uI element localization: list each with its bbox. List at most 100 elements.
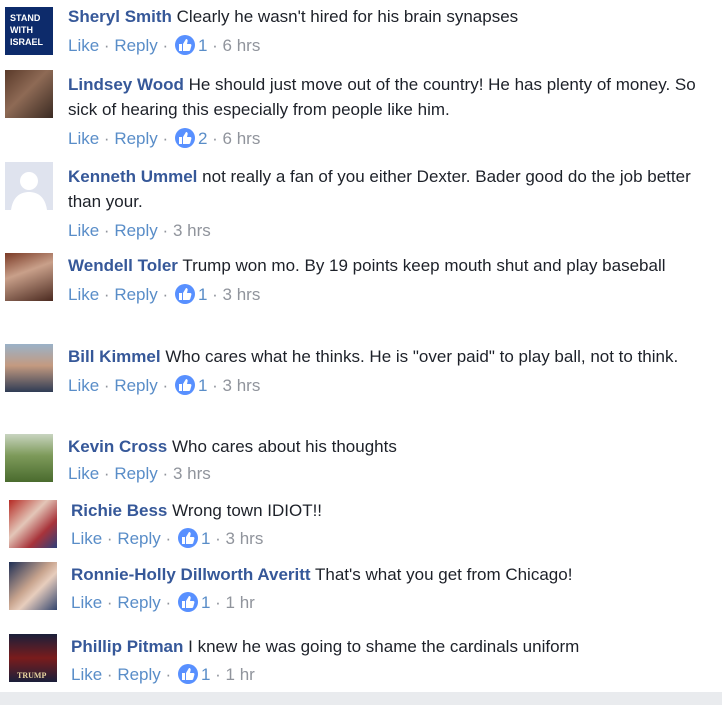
separator: · [215, 529, 221, 548]
comment-actions: Like · Reply · 1 · 3 hrs [68, 373, 716, 398]
reply-link[interactable]: Reply [114, 221, 157, 240]
separator: · [106, 593, 113, 612]
like-link[interactable]: Like [68, 36, 99, 55]
timestamp[interactable]: 3 hrs [223, 285, 261, 304]
comment-author[interactable]: Richie Bess [71, 501, 167, 520]
comment-message: Who cares what he thinks. He is "over pa… [165, 347, 679, 366]
timestamp[interactable]: 3 hrs [173, 221, 211, 240]
like-link[interactable]: Like [71, 593, 102, 612]
separator: · [215, 593, 221, 612]
timestamp[interactable]: 3 hrs [226, 529, 264, 548]
comment-text: Kenneth Ummel not really a fan of you ei… [68, 164, 716, 214]
reply-link[interactable]: Reply [114, 285, 157, 304]
reply-link[interactable]: Reply [114, 376, 157, 395]
comment-actions: Like · Reply · 1 · 3 hrs [71, 526, 716, 551]
comment-actions: Like · Reply · 2 · 6 hrs [68, 126, 716, 151]
thumbs-up-icon[interactable] [177, 592, 198, 612]
like-link[interactable]: Like [71, 529, 102, 548]
separator: · [106, 529, 113, 548]
comment-body: Sheryl Smith Clearly he wasn't hired for… [68, 4, 716, 58]
like-link[interactable]: Like [68, 376, 99, 395]
thumbs-up-icon[interactable] [174, 284, 195, 304]
avatar[interactable]: TRUMP [9, 634, 57, 682]
like-count[interactable]: 1 [198, 376, 207, 395]
comment-text: Wendell Toler Trump won mo. By 19 points… [68, 253, 716, 278]
like-count[interactable]: 1 [198, 36, 207, 55]
comment-text: Ronnie-Holly Dillworth Averitt That's wh… [71, 562, 716, 587]
separator: · [165, 529, 172, 548]
avatar[interactable]: STAND WITH ISRAEL [5, 7, 53, 55]
like-link[interactable]: Like [71, 665, 102, 684]
comment-author[interactable]: Bill Kimmel [68, 347, 161, 366]
thumbs-up-icon[interactable] [177, 664, 198, 684]
reply-link[interactable]: Reply [114, 464, 157, 483]
separator: · [103, 129, 110, 148]
separator: · [162, 221, 169, 240]
comment-actions: Like · Reply · 3 hrs [68, 218, 716, 243]
timestamp[interactable]: 1 hr [226, 593, 255, 612]
avatar-text: ISRAEL [10, 37, 44, 47]
like-link[interactable]: Like [68, 464, 99, 483]
separator: · [106, 665, 113, 684]
comment-author[interactable]: Lindsey Wood [68, 75, 184, 94]
timestamp[interactable]: 6 hrs [223, 36, 261, 55]
comment-body: Bill Kimmel Who cares what he thinks. He… [68, 344, 716, 398]
reply-link[interactable]: Reply [117, 593, 160, 612]
thumbs-up-icon[interactable] [177, 528, 198, 548]
timestamp[interactable]: 6 hrs [223, 129, 261, 148]
like-count[interactable]: 2 [198, 129, 207, 148]
stand-with-israel-avatar: STAND WITH ISRAEL [5, 7, 53, 55]
comment-actions: Like · Reply · 3 hrs [68, 461, 716, 486]
comment-body: Ronnie-Holly Dillworth Averitt That's wh… [71, 562, 716, 615]
like-count[interactable]: 1 [201, 593, 210, 612]
default-profile-icon [5, 162, 53, 210]
reply-link[interactable]: Reply [117, 529, 160, 548]
separator: · [215, 665, 221, 684]
avatar[interactable] [5, 162, 53, 210]
separator: · [103, 221, 110, 240]
thumbs-up-icon[interactable] [174, 128, 195, 148]
reply-link[interactable]: Reply [117, 665, 160, 684]
comment-actions: Like · Reply · 1 · 6 hrs [68, 33, 716, 58]
timestamp[interactable]: 1 hr [226, 665, 255, 684]
comment-text: Phillip Pitman I knew he was going to sh… [71, 634, 716, 659]
comment-body: Richie Bess Wrong town IDIOT!! Like · Re… [71, 498, 716, 551]
separator: · [162, 285, 169, 304]
avatar[interactable] [5, 434, 53, 482]
like-count[interactable]: 1 [201, 529, 210, 548]
avatar[interactable] [5, 344, 53, 392]
thumbs-up-icon[interactable] [174, 375, 195, 395]
comment-text: Lindsey Wood He should just move out of … [68, 72, 716, 122]
comment-author[interactable]: Ronnie-Holly Dillworth Averitt [71, 565, 311, 584]
separator: · [103, 285, 110, 304]
comment-body: Wendell Toler Trump won mo. By 19 points… [68, 253, 716, 307]
avatar[interactable] [5, 253, 53, 301]
like-count[interactable]: 1 [198, 285, 207, 304]
reply-link[interactable]: Reply [114, 129, 157, 148]
comment-author[interactable]: Wendell Toler [68, 256, 178, 275]
avatar-text: TRUMP [17, 671, 46, 680]
thumbs-up-icon[interactable] [174, 35, 195, 55]
separator: · [212, 129, 218, 148]
separator: · [103, 36, 110, 55]
separator: · [162, 464, 169, 483]
comment-author[interactable]: Kevin Cross [68, 437, 167, 456]
like-link[interactable]: Like [68, 129, 99, 148]
avatar[interactable] [9, 562, 57, 610]
comment-author[interactable]: Kenneth Ummel [68, 167, 197, 186]
comment-message: Trump won mo. By 19 points keep mouth sh… [182, 256, 666, 275]
comment-author[interactable]: Phillip Pitman [71, 637, 183, 656]
avatar[interactable] [5, 70, 53, 118]
timestamp[interactable]: 3 hrs [223, 376, 261, 395]
comment-actions: Like · Reply · 1 · 1 hr [71, 590, 716, 615]
reply-link[interactable]: Reply [114, 36, 157, 55]
comment-author[interactable]: Sheryl Smith [68, 7, 172, 26]
comment-actions: Like · Reply · 1 · 1 hr [71, 662, 716, 687]
like-link[interactable]: Like [68, 285, 99, 304]
like-count[interactable]: 1 [201, 665, 210, 684]
like-link[interactable]: Like [68, 221, 99, 240]
avatar[interactable] [9, 500, 57, 548]
timestamp[interactable]: 3 hrs [173, 464, 211, 483]
avatar-text: WITH [10, 25, 33, 35]
separator: · [165, 593, 172, 612]
